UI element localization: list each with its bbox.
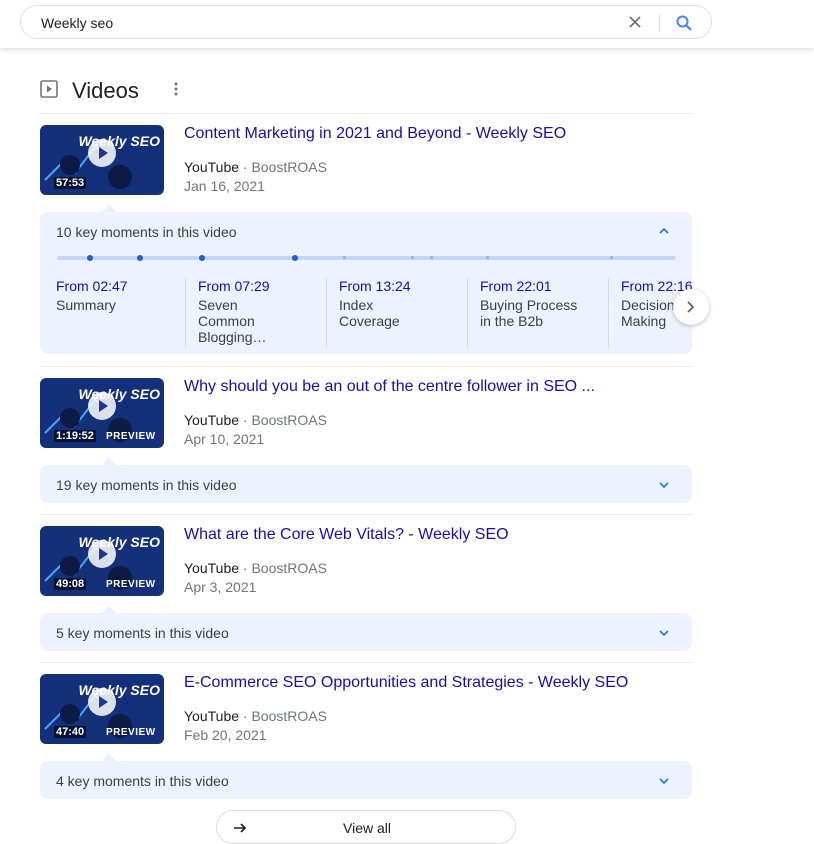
arrow-right-icon <box>234 823 247 833</box>
videos-section-header: Videos <box>40 78 692 104</box>
source-name: YouTube <box>184 412 240 428</box>
view-all-label: View all <box>343 820 391 836</box>
search-input[interactable]: Weekly seo <box>41 15 113 31</box>
key-moment-item[interactable]: From 13:24 Index Coverage <box>326 278 456 348</box>
video-duration: 49:08 <box>54 578 87 590</box>
source-name: YouTube <box>184 159 240 175</box>
timeline-marker[interactable] <box>199 255 205 261</box>
chevron-down-icon[interactable] <box>658 775 670 787</box>
panel-notch <box>102 458 116 465</box>
timeline-marker[interactable] <box>411 256 414 259</box>
video-duration: 1:19:52 <box>54 430 96 442</box>
key-moments-panel[interactable]: 5 key moments in this video <box>40 613 692 651</box>
video-thumbnail[interactable]: Weekly SEO 49:08 PREVIEW <box>40 526 164 596</box>
divider <box>40 662 692 663</box>
divider <box>40 366 692 367</box>
key-moment-desc: Summary <box>56 297 116 313</box>
more-vert-icon[interactable] <box>172 81 180 97</box>
key-moments-panel[interactable]: 10 key moments in this video From 02:47 … <box>40 212 692 354</box>
key-moment-desc: Seven Common Blogging… <box>198 297 267 345</box>
video-duration: 47:40 <box>54 726 87 738</box>
timeline-marker[interactable] <box>430 256 433 259</box>
video-source: YouTube · BoostROAS <box>184 708 327 724</box>
divider <box>40 113 692 114</box>
video-title-link[interactable]: What are the Core Web Vitals? - Weekly S… <box>184 526 509 544</box>
video-date: Apr 3, 2021 <box>184 579 257 595</box>
video-title-link[interactable]: E-Commerce SEO Opportunities and Strateg… <box>184 674 628 692</box>
video-result: Weekly SEO 57:53 Content Marketing in 20… <box>40 125 692 215</box>
key-moment-item[interactable]: From 07:29 Seven Common Blogging… <box>185 278 315 348</box>
channel-name: BoostROAS <box>251 159 327 175</box>
key-moment-time: From 22:01 <box>480 278 552 294</box>
key-moment-time: From 13:24 <box>339 278 411 294</box>
key-moment-item[interactable]: From 22:01 Buying Process in the B2b <box>467 278 597 348</box>
timeline-marker[interactable] <box>87 255 93 261</box>
timeline-marker[interactable] <box>137 255 143 261</box>
chevron-up-icon[interactable] <box>658 225 670 237</box>
key-moment-time: From 02:47 <box>56 278 128 294</box>
panel-notch <box>102 205 116 212</box>
video-thumbnail[interactable]: Weekly SEO 1:19:52 PREVIEW <box>40 378 164 448</box>
timeline-marker[interactable] <box>610 256 613 259</box>
key-moment-desc: Buying Process in the B2b <box>480 297 578 329</box>
key-moments-panel[interactable]: 19 key moments in this video <box>40 465 692 503</box>
video-thumbnail[interactable]: Weekly SEO 47:40 PREVIEW <box>40 674 164 744</box>
search-header: Weekly seo <box>0 0 814 48</box>
source-name: YouTube <box>184 708 240 724</box>
section-title: Videos <box>72 78 139 103</box>
key-moment-time: From 07:29 <box>198 278 270 294</box>
next-moments-button[interactable] <box>673 289 709 325</box>
channel-name: BoostROAS <box>251 560 327 576</box>
video-result: Weekly SEO 1:19:52 PREVIEW Why should yo… <box>40 378 692 468</box>
preview-badge: PREVIEW <box>106 579 156 590</box>
divider <box>40 514 692 515</box>
video-title-link[interactable]: Why should you be an out of the centre f… <box>184 378 595 396</box>
key-moments-label: 4 key moments in this video <box>56 773 229 789</box>
panel-notch <box>102 606 116 613</box>
play-icon[interactable] <box>88 688 116 716</box>
video-source: YouTube · BoostROAS <box>184 412 327 428</box>
channel-name: BoostROAS <box>251 708 327 724</box>
clear-icon[interactable] <box>627 14 643 30</box>
search-icon[interactable] <box>675 14 693 32</box>
key-moments-label: 10 key moments in this video <box>56 224 237 240</box>
search-divider <box>659 14 660 32</box>
video-source: YouTube · BoostROAS <box>184 560 327 576</box>
key-moments-panel[interactable]: 4 key moments in this video <box>40 761 692 799</box>
play-icon[interactable] <box>88 139 116 167</box>
video-date: Feb 20, 2021 <box>184 727 267 743</box>
video-thumbnail[interactable]: Weekly SEO 57:53 <box>40 125 164 195</box>
chevron-down-icon[interactable] <box>658 479 670 491</box>
video-title-link[interactable]: Content Marketing in 2021 and Beyond - W… <box>184 125 566 143</box>
search-box[interactable]: Weekly seo <box>20 5 712 39</box>
key-moments-list: From 02:47 Summary From 07:29 Seven Comm… <box>56 278 692 350</box>
key-moment-desc: Index Coverage <box>339 297 400 329</box>
video-result: Weekly SEO 47:40 PREVIEW E-Commerce SEO … <box>40 674 692 764</box>
channel-name: BoostROAS <box>251 412 327 428</box>
preview-badge: PREVIEW <box>106 727 156 738</box>
video-duration: 57:53 <box>54 177 87 189</box>
play-icon[interactable] <box>88 392 116 420</box>
source-name: YouTube <box>184 560 240 576</box>
chevron-down-icon[interactable] <box>658 627 670 639</box>
timeline-marker[interactable] <box>486 256 489 259</box>
key-moments-label: 19 key moments in this video <box>56 477 237 493</box>
video-date: Apr 10, 2021 <box>184 431 265 447</box>
play-icon[interactable] <box>88 540 116 568</box>
timeline-marker[interactable] <box>343 256 346 259</box>
chevron-right-icon <box>687 301 695 313</box>
video-date: Jan 16, 2021 <box>184 178 265 194</box>
video-result: Weekly SEO 49:08 PREVIEW What are the Co… <box>40 526 692 616</box>
panel-notch <box>102 754 116 761</box>
video-icon <box>40 80 58 98</box>
preview-badge: PREVIEW <box>106 431 156 442</box>
video-source: YouTube · BoostROAS <box>184 159 327 175</box>
view-all-button[interactable]: View all <box>216 810 516 844</box>
key-moments-timeline[interactable] <box>57 255 676 261</box>
key-moment-item[interactable]: From 02:47 Summary <box>56 278 186 348</box>
key-moments-label: 5 key moments in this video <box>56 625 229 641</box>
timeline-marker[interactable] <box>292 255 298 261</box>
